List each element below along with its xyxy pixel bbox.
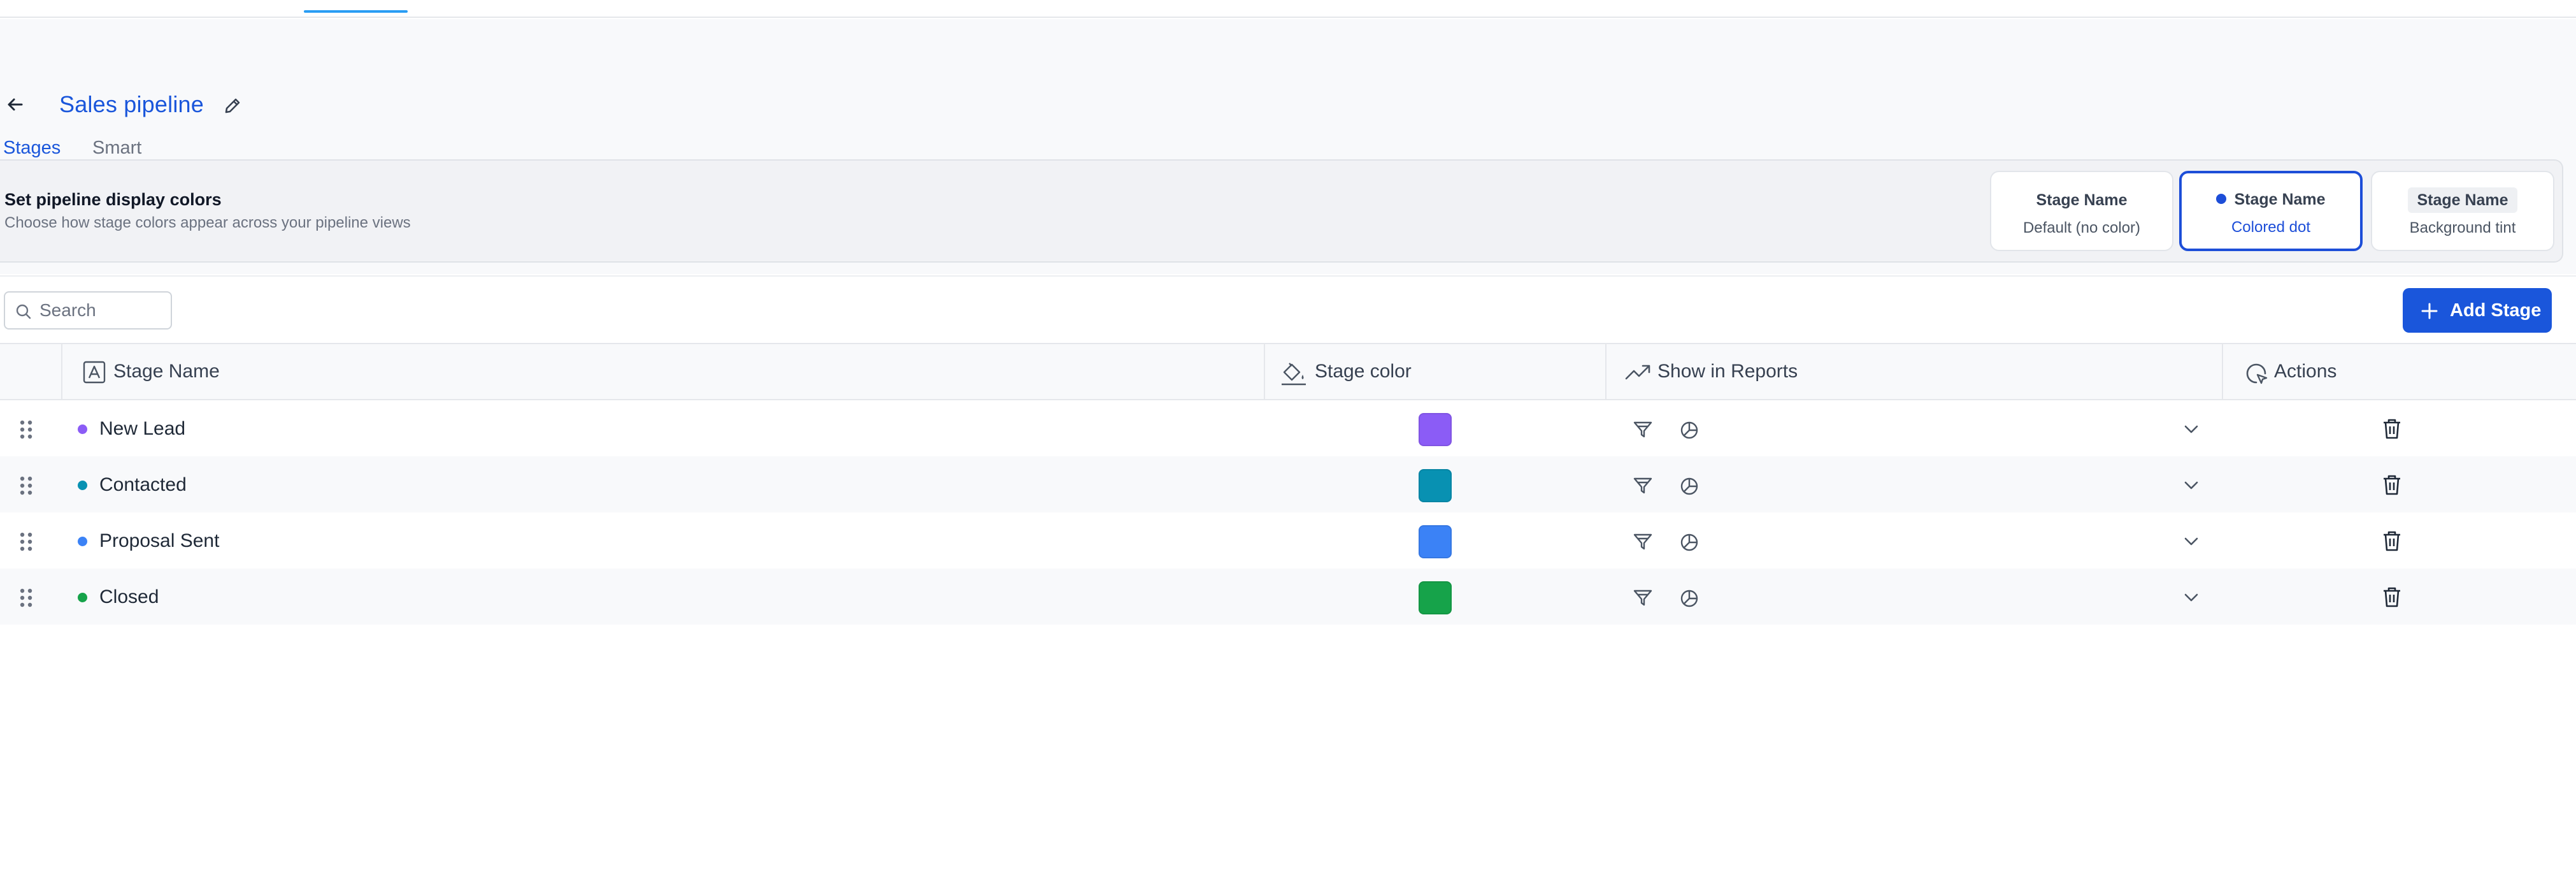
search-icon xyxy=(16,304,31,319)
pointer-icon xyxy=(2246,363,2268,384)
table-body: New Lead Contacted Proposal Sent Closed xyxy=(0,400,2576,625)
trash-icon[interactable] xyxy=(2382,474,2401,496)
funnel-icon[interactable] xyxy=(1633,533,1652,551)
color-option-colored-dot[interactable]: Stage Name Colored dot xyxy=(2179,171,2363,251)
table-row: New Lead xyxy=(0,400,2576,456)
colored-dot-icon xyxy=(2216,194,2227,204)
option-stage-name-row: Stage Name xyxy=(2372,187,2553,213)
text-icon xyxy=(83,361,106,384)
chevron-down-icon[interactable] xyxy=(2183,591,2200,603)
stage-name: New Lead xyxy=(99,418,186,439)
table-row: Contacted xyxy=(0,456,2576,512)
page-title: Sales pipeline xyxy=(59,91,204,117)
stage-color-dot xyxy=(78,424,87,434)
chevron-down-icon[interactable] xyxy=(2183,423,2200,435)
option-description: Colored dot xyxy=(2231,219,2311,236)
stage-name: Proposal Sent xyxy=(99,530,220,551)
display-colors-subtitle: Choose how stage colors appear across yo… xyxy=(4,214,411,231)
pie-chart-icon[interactable] xyxy=(1680,589,1699,608)
add-stage-label: Add Stage xyxy=(2450,300,2542,321)
option-stage-name: Stage Name xyxy=(2234,191,2326,208)
stages-table: Stage Name Stage color Show in Reports A… xyxy=(0,343,2576,625)
drag-handle-icon[interactable] xyxy=(19,419,33,440)
stage-color-dot xyxy=(78,481,87,490)
stage-color-swatch[interactable] xyxy=(1419,469,1452,502)
option-stage-name: Stage Name xyxy=(2036,191,2128,209)
pencil-icon[interactable] xyxy=(221,94,244,117)
search-box[interactable] xyxy=(4,291,172,330)
stage-color-dot xyxy=(78,593,87,602)
drag-handle-icon[interactable] xyxy=(19,532,33,552)
option-stage-name-row: Stage Name xyxy=(2182,191,2360,209)
column-label: Actions xyxy=(2274,361,2337,382)
trending-up-icon xyxy=(1625,365,1650,380)
stage-color-swatch[interactable] xyxy=(1419,581,1452,614)
paint-bucket-icon xyxy=(1282,363,1306,386)
back-arrow-icon[interactable] xyxy=(3,92,28,117)
search-input[interactable] xyxy=(38,298,166,323)
column-label: Stage Name xyxy=(113,361,220,382)
add-stage-button[interactable]: Add Stage xyxy=(2403,288,2552,333)
stages-toolbar: Add Stage xyxy=(0,275,2576,343)
pie-chart-icon[interactable] xyxy=(1680,477,1699,496)
drag-handle-icon[interactable] xyxy=(19,475,33,496)
trash-icon[interactable] xyxy=(2382,586,2401,608)
stage-color-swatch[interactable] xyxy=(1419,413,1452,446)
pie-chart-icon[interactable] xyxy=(1680,421,1699,440)
trash-icon[interactable] xyxy=(2382,530,2401,552)
column-header-stage-name[interactable]: Stage Name xyxy=(61,344,1264,399)
option-description: Background tint xyxy=(2409,219,2516,236)
color-option-background-tint[interactable]: Stage Name Background tint xyxy=(2371,171,2554,251)
column-header-actions[interactable]: Actions xyxy=(2222,344,2576,399)
stage-name: Contacted xyxy=(99,474,187,495)
funnel-icon[interactable] xyxy=(1633,477,1652,495)
plus-icon xyxy=(2421,303,2438,319)
column-label: Stage color xyxy=(1315,361,1412,382)
option-description: Default (no color) xyxy=(2022,219,2141,236)
funnel-icon[interactable] xyxy=(1633,421,1652,438)
active-nav-indicator xyxy=(304,10,408,13)
top-navigation-bar xyxy=(0,0,2576,18)
chevron-down-icon[interactable] xyxy=(2183,479,2200,491)
pie-chart-icon[interactable] xyxy=(1680,533,1699,552)
drag-handle-icon[interactable] xyxy=(19,588,33,608)
chevron-down-icon[interactable] xyxy=(2183,535,2200,547)
funnel-icon[interactable] xyxy=(1633,589,1652,607)
column-label: Show in Reports xyxy=(1657,361,1798,382)
display-colors-title: Set pipeline display colors xyxy=(4,190,222,209)
stage-name: Closed xyxy=(99,586,159,607)
trash-icon[interactable] xyxy=(2382,418,2401,440)
column-header-stage-color[interactable]: Stage color xyxy=(1264,344,1605,399)
display-colors-card: Set pipeline display colors Choose how s… xyxy=(0,159,2563,263)
page-header: Sales pipeline Stages Smart Tags Set pip… xyxy=(0,19,2576,274)
option-stage-name: Stage Name xyxy=(2408,187,2517,213)
table-row: Proposal Sent xyxy=(0,512,2576,569)
color-option-default[interactable]: Stage Name Default (no color) xyxy=(1990,171,2173,251)
table-header: Stage Name Stage color Show in Reports A… xyxy=(0,343,2576,400)
stage-color-dot xyxy=(78,537,87,546)
column-header-show-in-reports[interactable]: Show in Reports xyxy=(1605,344,2222,399)
table-row: Closed xyxy=(0,569,2576,625)
stage-color-swatch[interactable] xyxy=(1419,525,1452,558)
